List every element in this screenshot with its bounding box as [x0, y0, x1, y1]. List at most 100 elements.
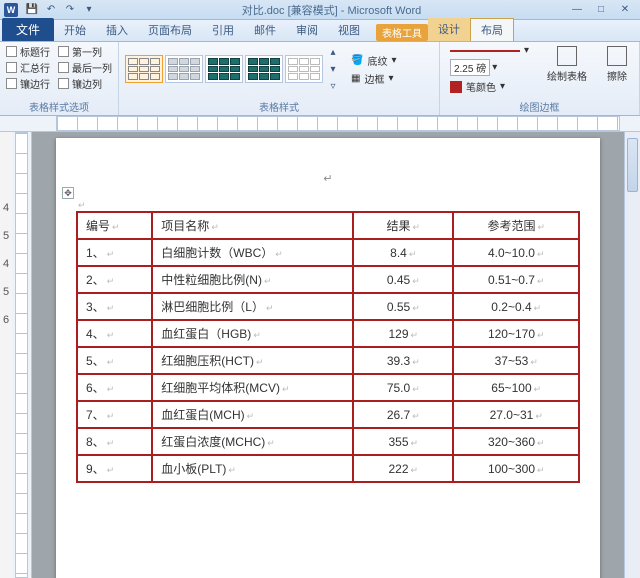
paragraph-mark: ↵	[535, 411, 543, 421]
table-header-row[interactable]: 编号↵ 项目名称↵ 结果↵ 参考范围↵	[77, 212, 579, 239]
table-cell[interactable]: 红蛋白浓度(MCHC)↵	[152, 428, 353, 455]
line-style-icon	[450, 50, 520, 52]
table-cell[interactable]: 8、↵	[77, 428, 152, 455]
table-row[interactable]: 5、↵红细胞压积(HCT)↵39.3↵37~53↵	[77, 347, 579, 374]
table-row[interactable]: 4、↵血红蛋白（HGB)↵129↵120~170↵	[77, 320, 579, 347]
maximize-button[interactable]: □	[590, 3, 612, 17]
ruler-vertical[interactable]	[12, 132, 32, 578]
table-row[interactable]: 6、↵红细胞平均体积(MCV)↵75.0↵65~100↵	[77, 374, 579, 401]
table-cell[interactable]: 0.45↵	[353, 266, 453, 293]
tab-home[interactable]: 开始	[54, 19, 96, 41]
paragraph-mark: ↵	[537, 330, 545, 340]
table-row[interactable]: 3、↵淋巴细胞比例（L）↵0.55↵0.2~0.4↵	[77, 293, 579, 320]
table-cell[interactable]: 0.2~0.4↵	[453, 293, 579, 320]
table-row[interactable]: 7、↵血红蛋白(MCH)↵26.7↵27.0~31↵	[77, 401, 579, 428]
close-button[interactable]: ✕	[614, 3, 636, 17]
chevron-down-icon: ▾	[500, 81, 505, 92]
page-area[interactable]: ↵ ✥ ↵ 编号↵ 项目名称↵ 结果↵ 参考范围↵ 1、↵白细胞计数（WBC）↵…	[32, 132, 624, 578]
table-cell[interactable]: 淋巴细胞比例（L）↵	[152, 293, 353, 320]
table-cell[interactable]: 320~360↵	[453, 428, 579, 455]
pen-width[interactable]: 2.25 磅▾	[446, 58, 533, 77]
table-cell[interactable]: 1、↵	[77, 239, 152, 266]
table-cell[interactable]: 血小板(PLT)↵	[152, 455, 353, 482]
tab-mailings[interactable]: 邮件	[244, 19, 286, 41]
table-cell[interactable]: 0.55↵	[353, 293, 453, 320]
data-table[interactable]: 编号↵ 项目名称↵ 结果↵ 参考范围↵ 1、↵白细胞计数（WBC）↵8.4↵4.…	[76, 211, 580, 483]
tab-view[interactable]: 视图	[328, 19, 370, 41]
table-cell[interactable]: 100~300↵	[453, 455, 579, 482]
eraser-button[interactable]: 擦除	[601, 44, 633, 85]
paragraph-mark: ↵	[256, 357, 264, 367]
table-cell[interactable]: 27.0~31↵	[453, 401, 579, 428]
table-cell[interactable]: 中性粒细胞比例(N)↵	[152, 266, 353, 293]
gallery-more-icon[interactable]: ▿	[325, 78, 341, 94]
table-cell[interactable]: 血红蛋白（HGB)↵	[152, 320, 353, 347]
style-thumb-1[interactable]	[125, 55, 163, 83]
table-cell[interactable]: 红细胞平均体积(MCV)↵	[152, 374, 353, 401]
qat-more-icon[interactable]: ▾	[81, 2, 97, 18]
style-thumb-4[interactable]	[245, 55, 283, 83]
table-cell[interactable]: 355↵	[353, 428, 453, 455]
table-cell[interactable]: 白细胞计数（WBC）↵	[152, 239, 353, 266]
table-cell[interactable]: 39.3↵	[353, 347, 453, 374]
table-row[interactable]: 1、↵白细胞计数（WBC）↵8.4↵4.0~10.0↵	[77, 239, 579, 266]
style-thumb-5[interactable]	[285, 55, 323, 83]
table-cell[interactable]: 75.0↵	[353, 374, 453, 401]
table-cell[interactable]: 4.0~10.0↵	[453, 239, 579, 266]
table-cell[interactable]: 120~170↵	[453, 320, 579, 347]
scrollbar-vertical[interactable]	[624, 132, 640, 578]
paragraph-mark: ↵	[107, 438, 115, 448]
chk-header-row[interactable]: 标题行	[6, 44, 50, 59]
chk-total-row[interactable]: 汇总行	[6, 60, 50, 75]
tab-references[interactable]: 引用	[202, 19, 244, 41]
table-cell[interactable]: 4、↵	[77, 320, 152, 347]
table-cell[interactable]: 7、↵	[77, 401, 152, 428]
table-cell[interactable]: 0.51~0.7↵	[453, 266, 579, 293]
table-cell[interactable]: 26.7↵	[353, 401, 453, 428]
table-cell[interactable]: 3、↵	[77, 293, 152, 320]
tab-layout[interactable]: 布局	[470, 18, 514, 41]
tab-file[interactable]: 文件	[2, 18, 54, 41]
table-cell[interactable]: 37~53↵	[453, 347, 579, 374]
chk-banded-rows[interactable]: 镶边行	[6, 76, 50, 91]
pen-style[interactable]: ▾	[446, 44, 533, 57]
style-gallery[interactable]: ▴ ▾ ▿	[125, 44, 341, 94]
document-page[interactable]: ↵ ✥ ↵ 编号↵ 项目名称↵ 结果↵ 参考范围↵ 1、↵白细胞计数（WBC）↵…	[56, 138, 600, 578]
table-row[interactable]: 2、↵中性粒细胞比例(N)↵0.45↵0.51~0.7↵	[77, 266, 579, 293]
scroll-thumb[interactable]	[627, 138, 638, 192]
undo-icon[interactable]: ↶	[43, 2, 59, 18]
tab-insert[interactable]: 插入	[96, 19, 138, 41]
paragraph-mark: ↵	[530, 357, 538, 367]
table-cell[interactable]: 65~100↵	[453, 374, 579, 401]
chk-banded-cols[interactable]: 镶边列	[58, 76, 112, 91]
table-row[interactable]: 8、↵红蛋白浓度(MCHC)↵355↵320~360↵	[77, 428, 579, 455]
style-thumb-3[interactable]	[205, 55, 243, 83]
table-row[interactable]: 9、↵血小板(PLT)↵222↵100~300↵	[77, 455, 579, 482]
chk-first-col[interactable]: 第一列	[58, 44, 112, 59]
tab-review[interactable]: 审阅	[286, 19, 328, 41]
style-thumb-2[interactable]	[165, 55, 203, 83]
gallery-down-icon[interactable]: ▾	[325, 61, 341, 77]
minimize-button[interactable]: —	[566, 3, 588, 17]
gallery-up-icon[interactable]: ▴	[325, 44, 341, 60]
ruler-horizontal[interactable]	[0, 116, 640, 132]
borders-button[interactable]: ▦边框▾	[347, 70, 400, 87]
redo-icon[interactable]: ↷	[62, 2, 78, 18]
tab-page-layout[interactable]: 页面布局	[138, 19, 202, 41]
table-cell[interactable]: 6、↵	[77, 374, 152, 401]
table-cell[interactable]: 红细胞压积(HCT)↵	[152, 347, 353, 374]
table-cell[interactable]: 8.4↵	[353, 239, 453, 266]
shading-button[interactable]: 🪣底纹▾	[347, 52, 400, 69]
table-cell[interactable]: 血红蛋白(MCH)↵	[152, 401, 353, 428]
table-cell[interactable]: 2、↵	[77, 266, 152, 293]
pen-color[interactable]: 笔颜色▾	[446, 78, 533, 95]
tab-design[interactable]: 设计	[428, 18, 470, 41]
table-cell[interactable]: 5、↵	[77, 347, 152, 374]
table-cell[interactable]: 129↵	[353, 320, 453, 347]
draw-table-button[interactable]: 绘制表格	[541, 44, 593, 85]
save-icon[interactable]: 💾	[24, 2, 40, 18]
table-cell[interactable]: 222↵	[353, 455, 453, 482]
chk-last-col[interactable]: 最后一列	[58, 60, 112, 75]
table-move-handle[interactable]: ✥	[62, 187, 74, 199]
table-cell[interactable]: 9、↵	[77, 455, 152, 482]
